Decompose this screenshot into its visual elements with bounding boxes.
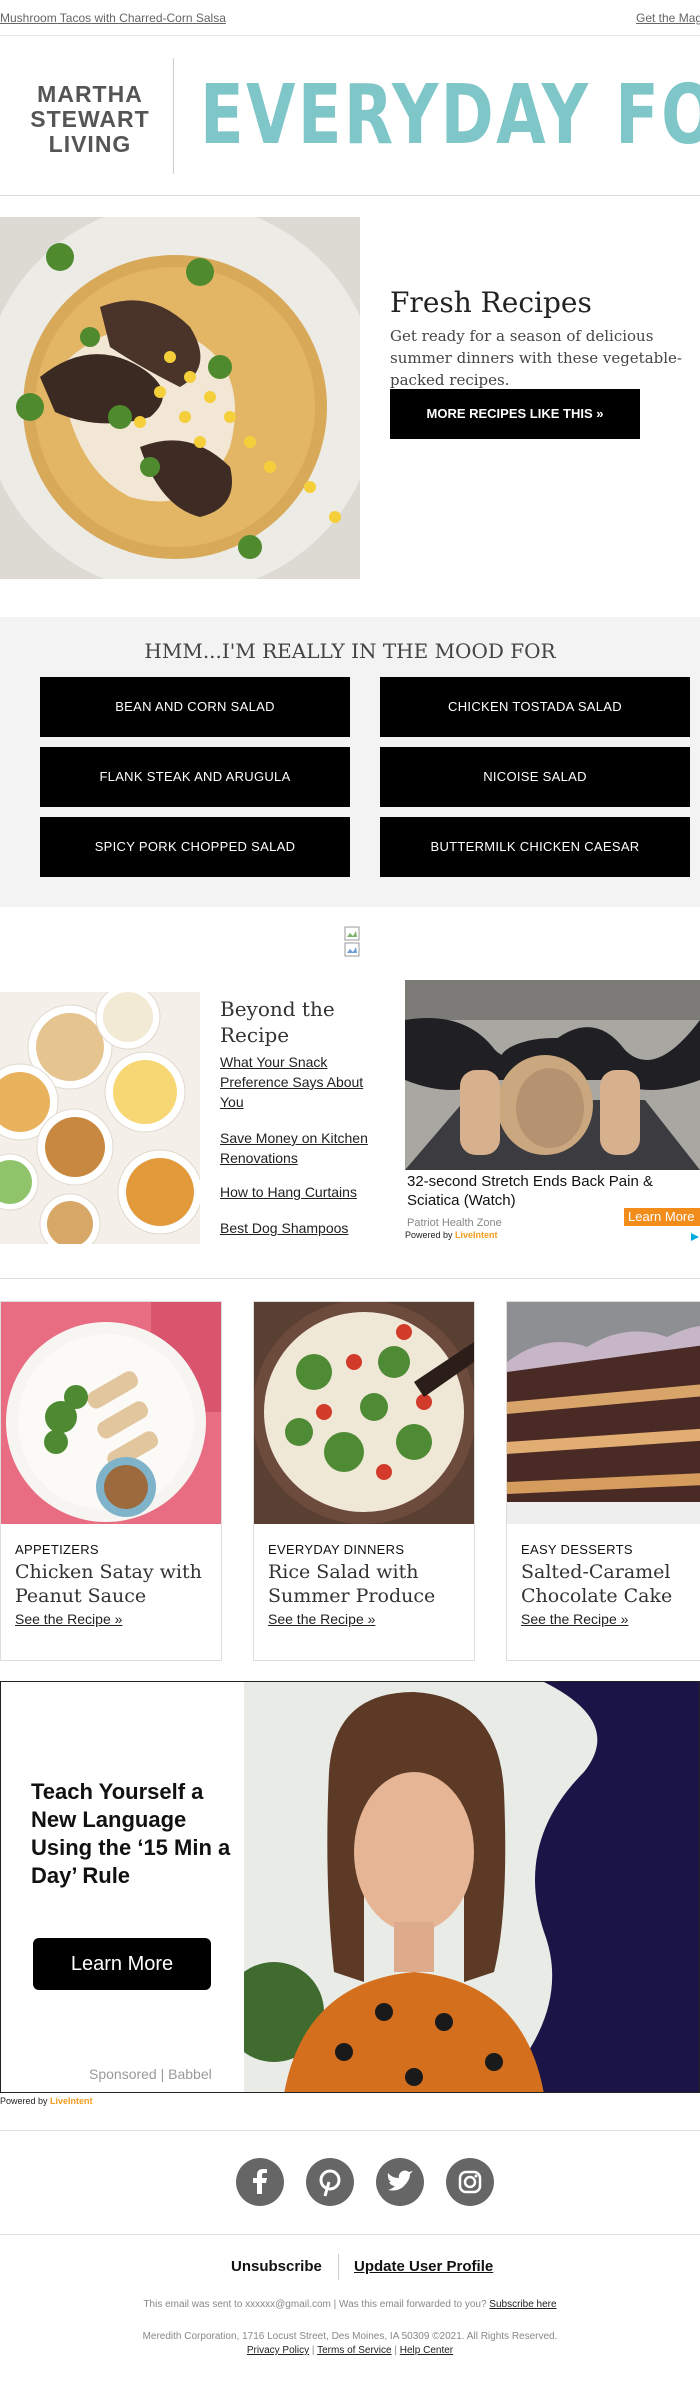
section-divider: [0, 2130, 700, 2131]
preheader-bar: Mushroom Tacos with Charred-Corn Salsa G…: [0, 0, 700, 36]
beyond-link-kitchen-renovations[interactable]: Save Money on Kitchen Renovations: [220, 1128, 390, 1168]
mushroom-taco-photo[interactable]: [0, 217, 360, 579]
chicken-satay-photo[interactable]: [1, 1302, 221, 1524]
mood-button-spicy-pork-chopped-salad[interactable]: SPICY PORK CHOPPED SALAD: [40, 817, 350, 877]
card-category: EASY DESSERTS: [521, 1542, 633, 1557]
beyond-link-hang-curtains[interactable]: How to Hang Curtains: [220, 1182, 390, 1202]
section-divider: [0, 1278, 700, 1279]
ad-source-label: Patriot Health Zone: [407, 1217, 502, 1229]
legal-links: Privacy Policy | Terms of Service | Help…: [0, 2345, 700, 2356]
hero-title: Fresh Recipes: [390, 286, 592, 319]
privacy-policy-link[interactable]: Privacy Policy: [247, 2345, 309, 2356]
recipe-card-chocolate-cake[interactable]: EASY DESSERTS Salted-Caramel Chocolate C…: [506, 1301, 700, 1661]
subscribe-link[interactable]: Subscribe here: [489, 2299, 556, 2310]
powered-by-prefix: Powered by: [405, 1230, 453, 1240]
mood-title: HMM...I'M REALLY IN THE MOOD FOR: [144, 639, 556, 663]
adchoices-icon[interactable]: [690, 1229, 700, 1241]
recipe-card-chicken-satay[interactable]: APPETIZERS Chicken Satay with Peanut Sau…: [0, 1301, 222, 1661]
card-title[interactable]: Rice Salad with Summer Produce: [268, 1560, 468, 1608]
see-the-recipe-link[interactable]: See the Recipe »: [15, 1611, 122, 1627]
ad-stretch-headline[interactable]: 32-second Stretch Ends Back Pain & Sciat…: [407, 1172, 700, 1210]
rice-salad-photo[interactable]: [254, 1302, 474, 1524]
logo-divider: [173, 58, 174, 174]
broken-image-icon: [344, 926, 360, 958]
see-the-recipe-link[interactable]: See the Recipe »: [268, 1611, 375, 1627]
mood-button-nicoise-salad[interactable]: NICOISE SALAD: [380, 747, 690, 807]
mood-button-bean-and-corn-salad[interactable]: BEAN AND CORN SALAD: [40, 677, 350, 737]
footer-divider: [338, 2254, 339, 2280]
recipe-card-rice-salad[interactable]: EVERYDAY DINNERS Rice Salad with Summer …: [253, 1301, 475, 1661]
ad-learn-more-button[interactable]: Learn More: [33, 1938, 211, 1990]
ad-sponsor-label: Sponsored | Babbel: [89, 2066, 212, 2082]
logo-line-1: MARTHA: [37, 81, 143, 107]
ad-language-headline[interactable]: Teach Yourself a New Language Using the …: [31, 1778, 241, 1890]
twitter-icon[interactable]: [376, 2158, 424, 2206]
company-address: Meredith Corporation, 1716 Locust Street…: [142, 2331, 558, 2342]
mood-section: HMM...I'M REALLY IN THE MOOD FOR BEAN AN…: [0, 617, 700, 907]
preheader-recipe-link[interactable]: Mushroom Tacos with Charred-Corn Salsa: [0, 11, 226, 25]
mood-button-buttermilk-chicken-caesar[interactable]: BUTTERMILK CHICKEN CAESAR: [380, 817, 690, 877]
stretch-pose-photo[interactable]: [405, 980, 700, 1170]
terms-of-service-link[interactable]: Terms of Service: [317, 2345, 391, 2356]
sent-to-text: This email was sent to xxxxxx@gmail.com …: [143, 2299, 487, 2310]
logo-line-2: STEWART: [30, 106, 150, 132]
unsubscribe-link[interactable]: Unsubscribe: [231, 2258, 322, 2275]
more-recipes-button[interactable]: MORE RECIPES LIKE THIS »: [390, 389, 640, 439]
woman-portrait-photo[interactable]: [244, 1682, 699, 2092]
powered-by-liveintent[interactable]: Powered by LiveIntent: [405, 1230, 498, 1240]
beyond-the-recipe-title: Beyond the Recipe: [220, 997, 335, 1047]
mood-button-chicken-tostada-salad[interactable]: CHICKEN TOSTADA SALAD: [380, 677, 690, 737]
card-category: EVERYDAY DINNERS: [268, 1542, 405, 1557]
hero-description: Get ready for a season of delicious summ…: [390, 327, 683, 389]
mood-button-flank-steak-and-arugula[interactable]: FLANK STEAK AND ARUGULA: [40, 747, 350, 807]
liveintent-brand: LiveIntent: [455, 1230, 498, 1240]
beyond-link-snack-preference[interactable]: What Your Snack Preference Says About Yo…: [220, 1052, 390, 1112]
powered-by-liveintent[interactable]: Powered by LiveIntent: [0, 2096, 93, 2106]
sent-to-notice: This email was sent to xxxxxx@gmail.com …: [0, 2299, 700, 2310]
legal-separator: |: [394, 2345, 397, 2356]
beyond-link-dog-shampoos[interactable]: Best Dog Shampoos: [220, 1218, 390, 1238]
pinterest-icon[interactable]: [306, 2158, 354, 2206]
card-title[interactable]: Salted-Caramel Chocolate Cake: [521, 1560, 700, 1608]
card-category: APPETIZERS: [15, 1542, 99, 1557]
get-the-magazine-link[interactable]: Get the Mag: [636, 11, 700, 25]
martha-stewart-living-logo[interactable]: MARTHA STEWART LIVING: [20, 82, 160, 157]
logo-line-3: LIVING: [48, 131, 132, 157]
liveintent-brand: LiveIntent: [50, 2096, 93, 2106]
snack-bowls-photo[interactable]: [0, 992, 200, 1244]
legal-separator: |: [311, 2345, 315, 2356]
ad-learn-more-button[interactable]: Learn More: [624, 1208, 700, 1226]
everyday-food-logo[interactable]: EVERYDAY FOOD: [200, 68, 700, 163]
see-the-recipe-link[interactable]: See the Recipe »: [521, 1611, 628, 1627]
section-divider: [0, 2234, 700, 2235]
update-profile-link[interactable]: Update User Profile: [354, 2258, 493, 2275]
card-title[interactable]: Chicken Satay with Peanut Sauce: [15, 1560, 215, 1608]
powered-by-prefix: Powered by: [0, 2096, 48, 2106]
help-center-link[interactable]: Help Center: [400, 2345, 453, 2356]
chocolate-cake-photo[interactable]: [507, 1302, 700, 1524]
masthead: MARTHA STEWART LIVING EVERYDAY FOOD: [0, 36, 700, 196]
babbel-ad[interactable]: Teach Yourself a New Language Using the …: [0, 1681, 700, 2093]
facebook-icon[interactable]: [236, 2158, 284, 2206]
instagram-icon[interactable]: [446, 2158, 494, 2206]
